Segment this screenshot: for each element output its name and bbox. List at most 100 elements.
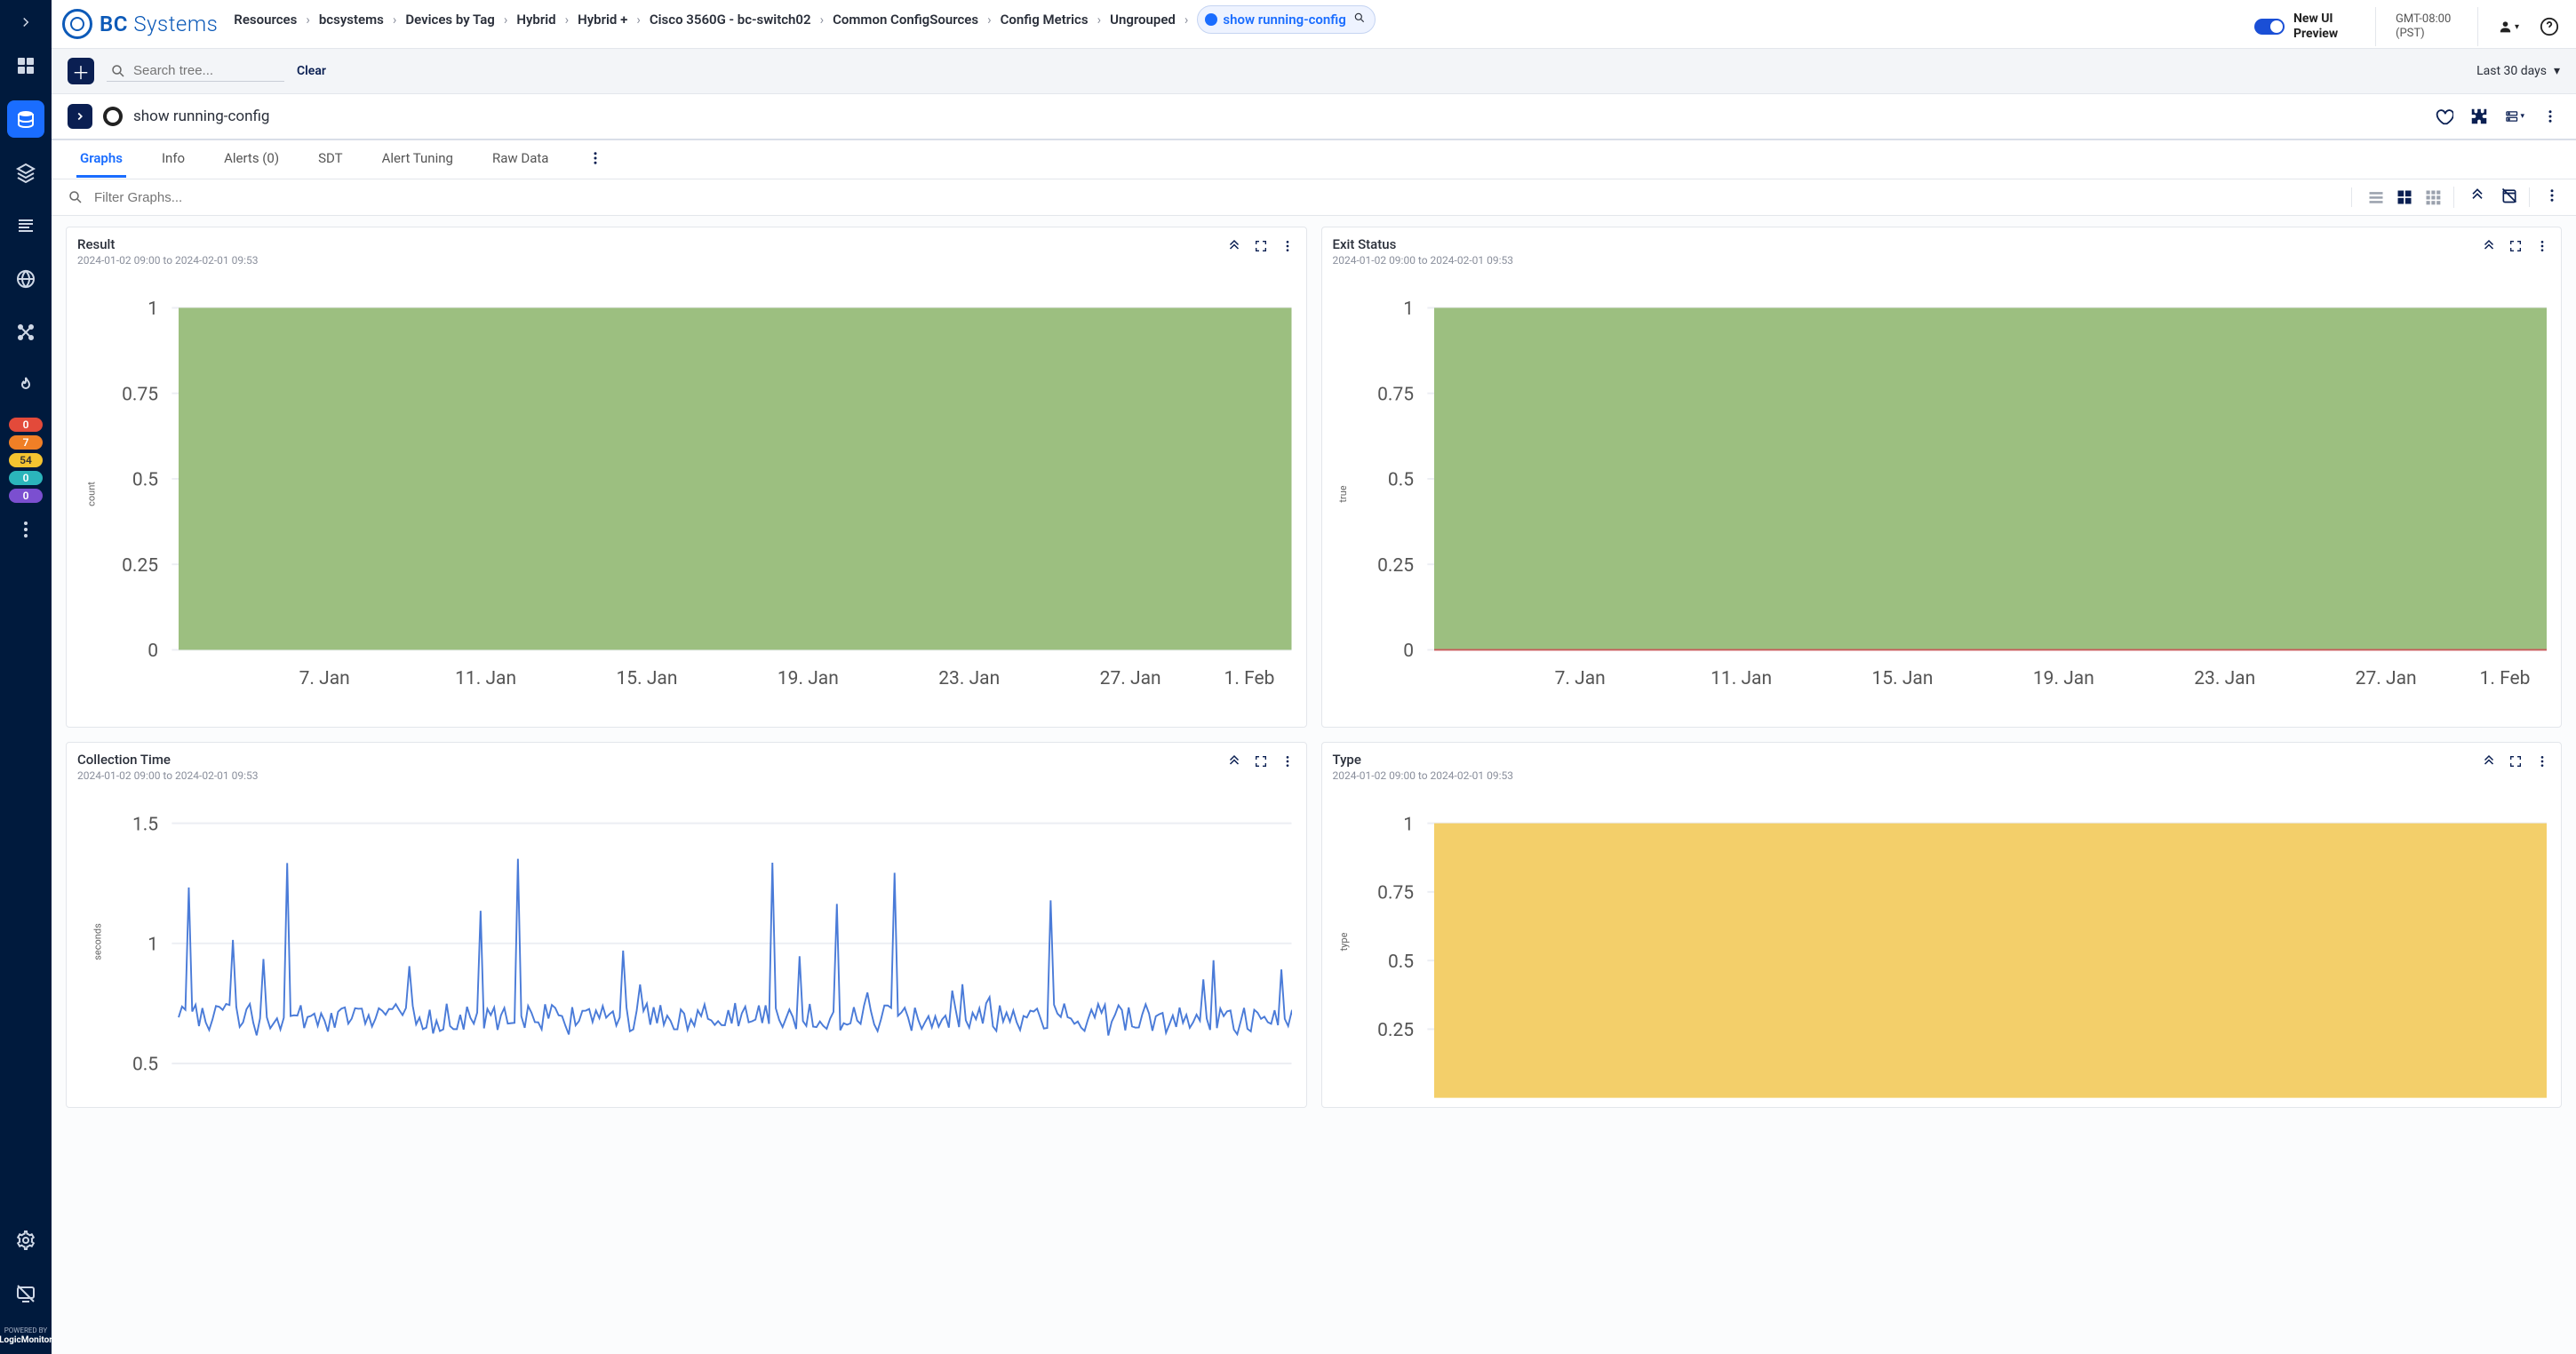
nav-logs-icon[interactable] [7,207,44,244]
svg-text:7. Jan: 7. Jan [299,667,350,689]
tab-alert-tuning[interactable]: Alert Tuning [379,141,457,178]
nav-fire-icon[interactable] [7,367,44,404]
filterbar-kebab[interactable] [2529,187,2560,207]
time-range-picker[interactable]: Last 30 days ▾ [2476,64,2560,78]
tab-info[interactable]: Info [158,141,188,178]
tab-raw-data[interactable]: Raw Data [489,141,552,178]
server-icon[interactable]: ▾ [2505,107,2524,126]
chart-collection[interactable]: 1.5 1 0.5 [104,789,1292,1098]
alert-badges: 0 7 54 0 0 [9,418,43,503]
svg-text:11. Jan: 11. Jan [1711,667,1772,689]
nav-layers-icon[interactable] [7,154,44,191]
sidebar-expand-button[interactable] [8,5,44,39]
crumb[interactable]: Common ConfigSources [833,8,978,31]
tree-search[interactable] [107,61,284,82]
new-ui-toggle[interactable] [2254,19,2285,35]
brand-logo[interactable]: BC Systems [62,4,218,39]
breadcrumbs: Resources› bcsystems› Devices by Tag› Hy… [234,4,2238,34]
svg-text:15. Jan: 15. Jan [617,667,678,689]
crumb[interactable]: Config Metrics [1001,8,1089,31]
graph-filter-bar [52,179,2576,216]
add-button[interactable]: ＋ [68,58,94,84]
crumb[interactable]: Ungrouped [1110,8,1176,31]
card-title: Exit Status [1333,236,2482,252]
chart-result[interactable]: 1 0.75 0.5 0.25 0 7. Jan 11. Jan 15. Jan… [104,274,1292,718]
badge-warning[interactable]: 54 [9,453,43,467]
time-range-label: Last 30 days [2476,64,2547,78]
card-fullscreen-icon[interactable] [2508,753,2524,769]
svg-text:0: 0 [1403,640,1414,662]
view-grid2-icon[interactable] [2395,187,2414,207]
badge-error[interactable]: 7 [9,435,43,450]
nav-more-icon[interactable] [7,511,44,548]
graph-filter-input[interactable] [94,190,325,205]
crumb-chip-label: show running-config [1223,8,1345,31]
powered-by: POWERED BY LogicMonitor [0,1327,52,1345]
crumb-chip[interactable]: show running-config [1197,5,1375,34]
crumb[interactable]: Resources [234,8,297,31]
card-collapse-icon[interactable] [2481,238,2497,254]
svg-text:19. Jan: 19. Jan [778,667,839,689]
user-menu[interactable]: ▾ [2498,16,2519,37]
crumb[interactable]: Hybrid + [578,8,627,31]
expand-all-icon[interactable] [2468,187,2486,208]
card-fullscreen-icon[interactable] [1253,238,1269,254]
tabs-kebab[interactable] [587,150,603,170]
chart-type[interactable]: 1 0.75 0.5 0.25 [1360,789,2548,1098]
puzzle-icon[interactable] [2469,107,2489,126]
tree-search-input[interactable] [133,63,275,78]
datasource-icon [103,107,123,126]
card-collapse-icon[interactable] [1226,753,1242,769]
card-result: Result 2024-01-02 09:00 to 2024-02-01 09… [66,227,1307,728]
card-kebab[interactable] [2534,238,2550,254]
card-kebab[interactable] [1280,753,1296,769]
nav-resources-icon[interactable] [7,100,44,138]
crumb-chip-search-icon[interactable] [1353,8,1366,31]
tab-sdt[interactable]: SDT [315,141,347,178]
crumb[interactable]: Cisco 3560G - bc-switch02 [650,8,811,31]
tab-graphs[interactable]: Graphs [76,141,126,178]
chart-exit[interactable]: 1 0.75 0.5 0.25 0 7. Jan 11. Jan 15. Jan… [1360,274,2548,718]
calendar-off-icon[interactable] [2500,187,2518,208]
nav-globe-icon[interactable] [7,260,44,298]
svg-text:15. Jan: 15. Jan [1871,667,1933,689]
card-fullscreen-icon[interactable] [1253,753,1269,769]
card-title: Collection Time [77,752,1226,768]
svg-text:1. Feb: 1. Feb [1224,667,1275,689]
clear-button[interactable]: Clear [297,64,326,78]
tab-alerts[interactable]: Alerts (0) [220,141,283,178]
svg-text:1: 1 [1403,814,1414,836]
nav-dashboard-icon[interactable] [7,47,44,84]
card-kebab[interactable] [1280,238,1296,254]
nav-settings-icon[interactable] [7,1222,44,1259]
svg-text:0.5: 0.5 [1387,469,1413,491]
card-collapse-icon[interactable] [1226,238,1242,254]
svg-text:19. Jan: 19. Jan [2032,667,2093,689]
svg-text:11. Jan: 11. Jan [455,667,516,689]
card-kebab[interactable] [2534,753,2550,769]
svg-text:0.25: 0.25 [1377,1019,1414,1041]
tree-toolbar: ＋ Clear Last 30 days ▾ [52,49,2576,94]
help-icon[interactable] [2539,16,2560,37]
view-grid3-icon[interactable] [2423,187,2443,207]
datasource-title: show running-config [133,108,269,125]
card-collapse-icon[interactable] [2481,753,2497,769]
svg-text:27. Jan: 27. Jan [2355,667,2416,689]
svg-text:23. Jan: 23. Jan [938,667,1000,689]
favorite-icon[interactable] [2434,107,2453,126]
crumb[interactable]: bcsystems [319,8,384,31]
badge-other[interactable]: 0 [9,489,43,503]
card-fullscreen-icon[interactable] [2508,238,2524,254]
badge-info[interactable]: 0 [9,471,43,485]
nav-topology-icon[interactable] [7,314,44,351]
svg-text:0.75: 0.75 [1377,882,1414,904]
tree-collapse-button[interactable] [68,104,92,129]
svg-text:0.5: 0.5 [132,1054,158,1076]
view-list-icon[interactable] [2366,187,2386,207]
crumb[interactable]: Hybrid [516,8,555,31]
brand-text-a: BC [100,12,128,36]
crumb[interactable]: Devices by Tag [405,8,494,31]
datasource-kebab[interactable] [2540,107,2560,126]
nav-monitor-off-icon[interactable] [7,1275,44,1312]
badge-critical[interactable]: 0 [9,418,43,432]
